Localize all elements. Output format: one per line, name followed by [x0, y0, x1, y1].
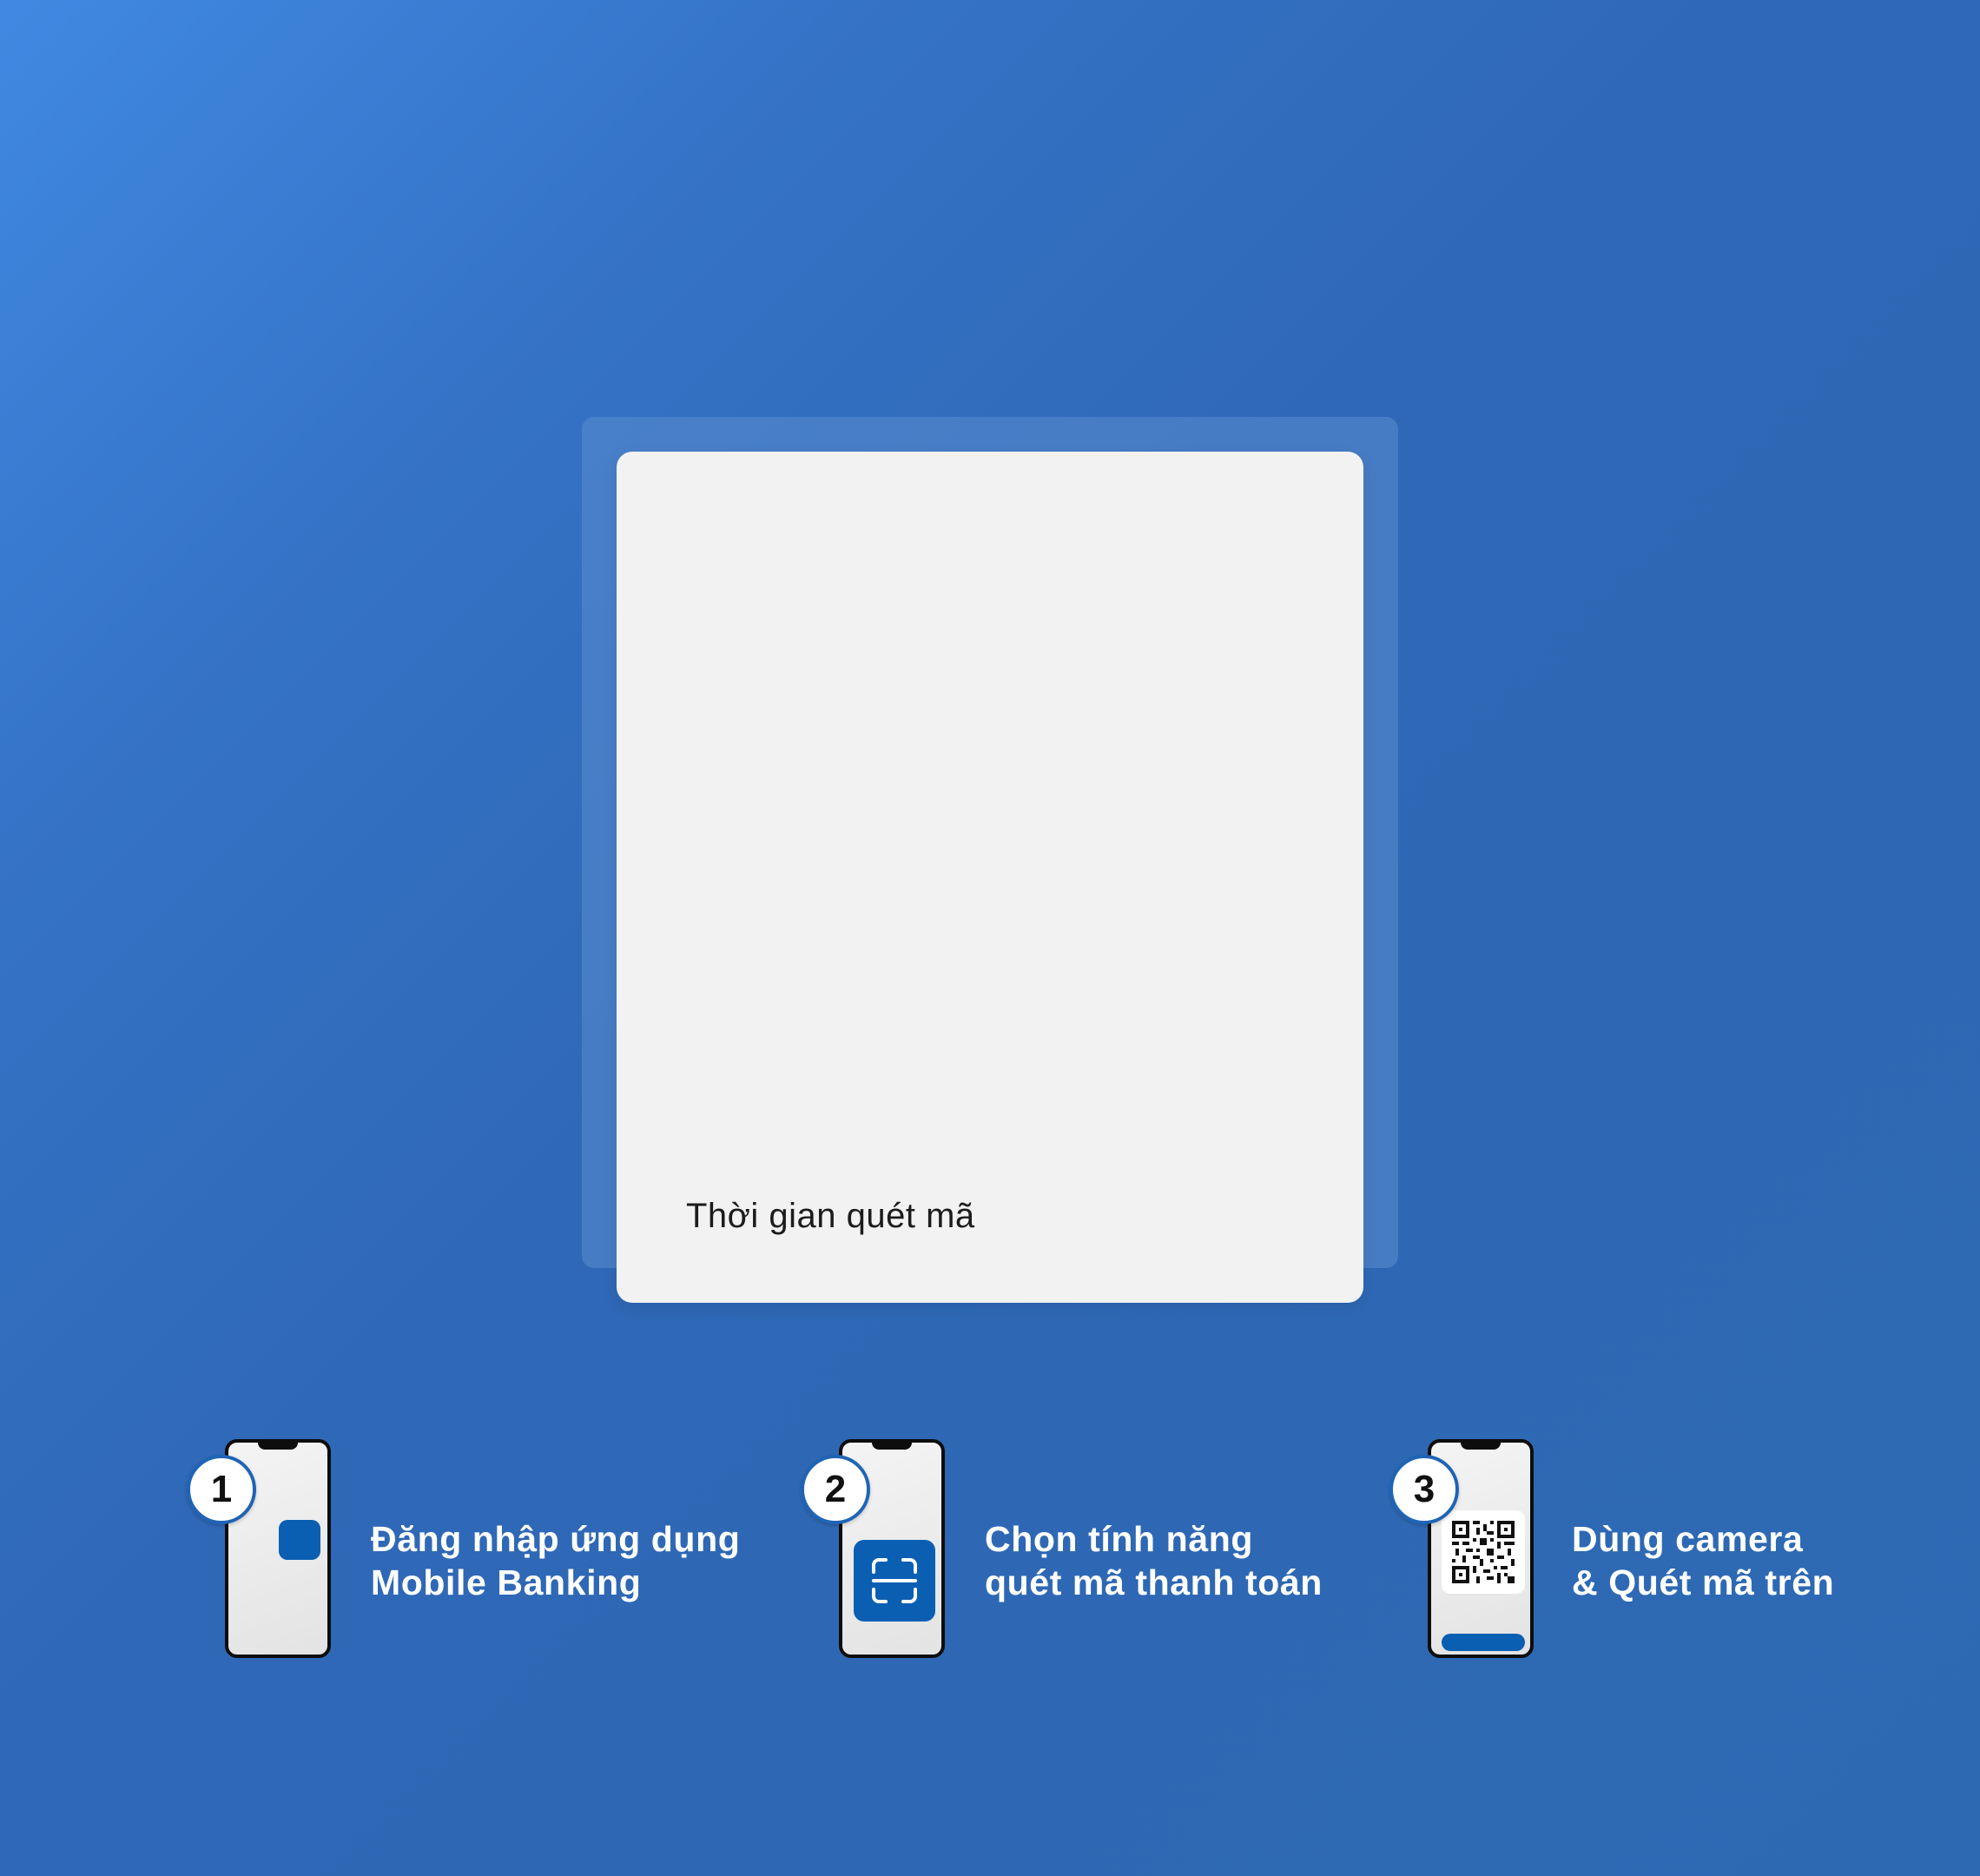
scan-icon [872, 1558, 917, 1603]
step-text-line-1: Đăng nhập ứng dụng [371, 1519, 741, 1559]
step-text-line-2: Mobile Banking [371, 1562, 642, 1602]
step-description: Đăng nhập ứng dụng Mobile Banking [371, 1517, 740, 1604]
step-login: 1 Đăng nhập ứng dụng Mobile Banking [187, 1437, 742, 1663]
qr-code-tile [1442, 1510, 1525, 1594]
step-text-line-1: Dùng camera [1572, 1519, 1804, 1559]
qr-code-panel: Thời gian quét mã [617, 452, 1363, 1303]
confirm-bar [1442, 1634, 1525, 1651]
step-number-badge: 1 [187, 1455, 256, 1524]
step-description: Chọn tính năng quét mã thanh toán [985, 1517, 1323, 1604]
step-choose-scan: 2 Chọn tính năng quét mã thanh toán [801, 1437, 1356, 1663]
step-number-badge: 3 [1389, 1455, 1459, 1524]
step-text-line-2: quét mã thanh toán [985, 1562, 1323, 1602]
step-text-line-2: & Quét mã trên [1572, 1562, 1835, 1602]
step-number-badge: 2 [801, 1455, 870, 1524]
step-scan-code: 3 Dùng camera & Quét mã trên [1389, 1437, 1928, 1663]
scan-timer-label: Thời gian quét mã [686, 1197, 975, 1235]
scan-feature-tile [854, 1540, 935, 1622]
step-text-line-1: Chọn tính năng [985, 1519, 1253, 1559]
banking-app-icon [279, 1520, 320, 1560]
qr-code-icon [1452, 1521, 1515, 1583]
step-description: Dùng camera & Quét mã trên [1572, 1517, 1834, 1604]
